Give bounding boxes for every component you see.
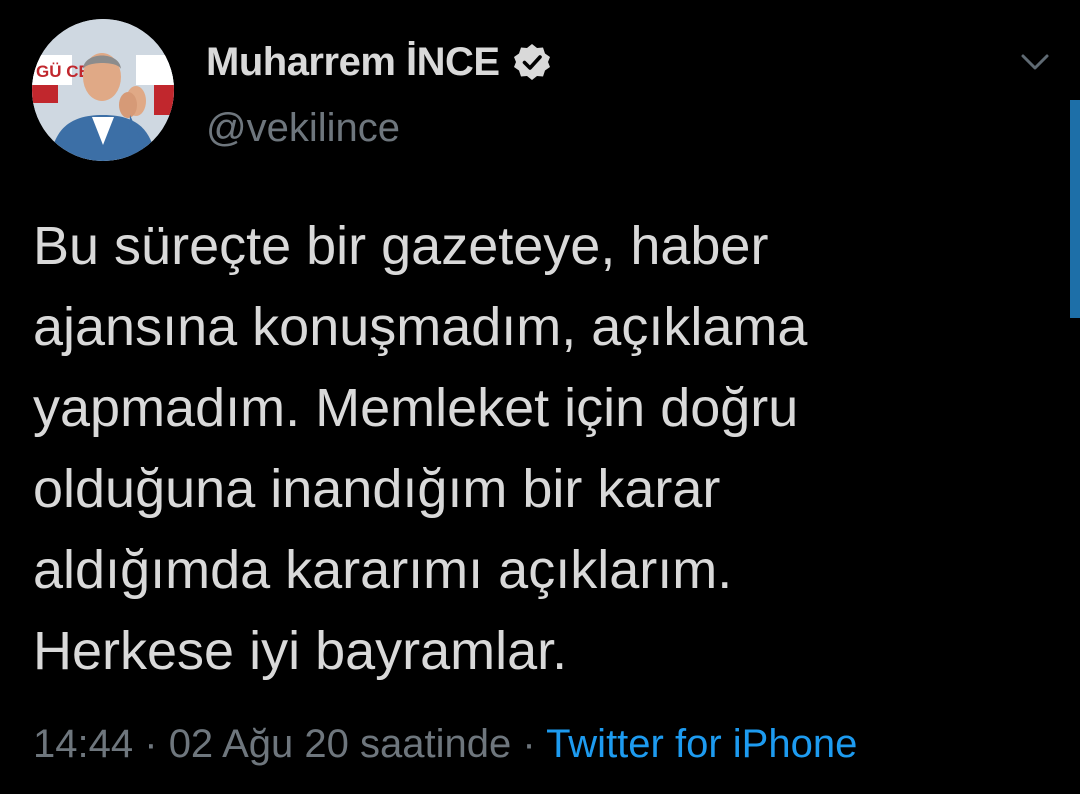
meta-separator: · <box>522 722 536 766</box>
scrollbar-thumb[interactable] <box>1070 100 1080 318</box>
tweet-text: Bu süreçte bir gazeteye, haber ajansına … <box>33 206 1013 692</box>
tweet-text-line: Herkese iyi bayramlar. <box>33 621 568 681</box>
verified-badge-icon <box>513 44 550 80</box>
svg-text:GÜ CE: GÜ CE <box>36 62 90 81</box>
tweet: GÜ CE Muharrem İNCE @vekilince Bu süreçt… <box>0 0 1080 794</box>
tweet-date[interactable]: 02 Ağu 20 saatinde <box>169 722 512 766</box>
meta-separator: · <box>144 722 158 766</box>
author-name-row: Muharrem İNCE <box>206 36 552 88</box>
tweet-text-line: ajansına konuşmadım, açıklama <box>33 297 808 357</box>
tweet-text-line: aldığımda kararımı açıklarım. <box>33 540 733 600</box>
chevron-down-icon[interactable] <box>1018 50 1052 74</box>
tweet-text-line: yapmadım. Memleket için doğru <box>33 378 799 438</box>
avatar[interactable]: GÜ CE <box>32 19 174 161</box>
author-display-name[interactable]: Muharrem İNCE <box>206 40 500 85</box>
tweet-text-line: olduğuna inandığım bir karar <box>33 459 721 519</box>
tweet-time[interactable]: 14:44 <box>33 722 133 766</box>
tweet-source-link[interactable]: Twitter for iPhone <box>546 722 857 766</box>
tweet-text-line: Bu süreçte bir gazeteye, haber <box>33 216 769 276</box>
author-handle[interactable]: @vekilince <box>206 106 400 151</box>
avatar-photo: GÜ CE <box>32 19 174 161</box>
tweet-meta: 14:44 · 02 Ağu 20 saatinde · Twitter for… <box>33 722 857 767</box>
